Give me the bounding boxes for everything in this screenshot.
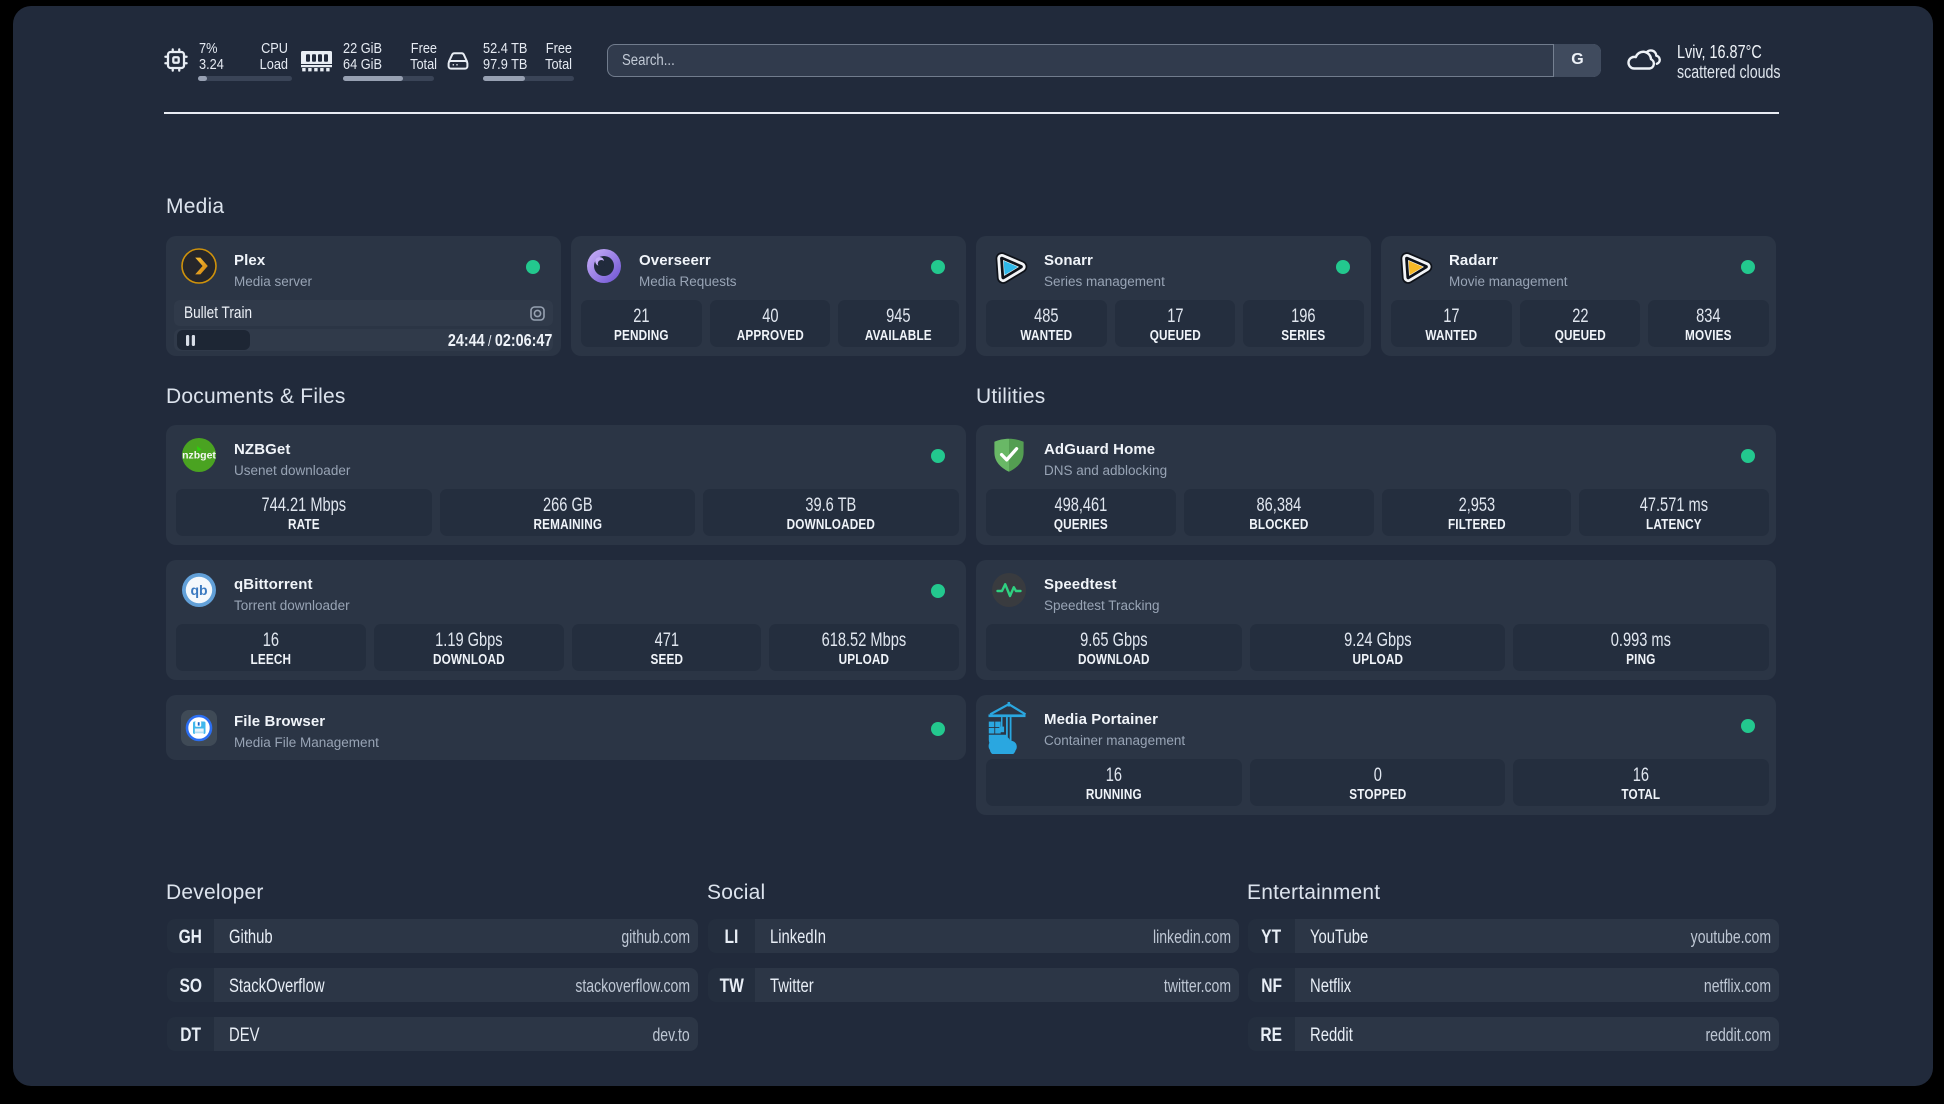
- svg-text:qb: qb: [190, 582, 207, 598]
- svg-text:nzbget: nzbget: [182, 450, 216, 462]
